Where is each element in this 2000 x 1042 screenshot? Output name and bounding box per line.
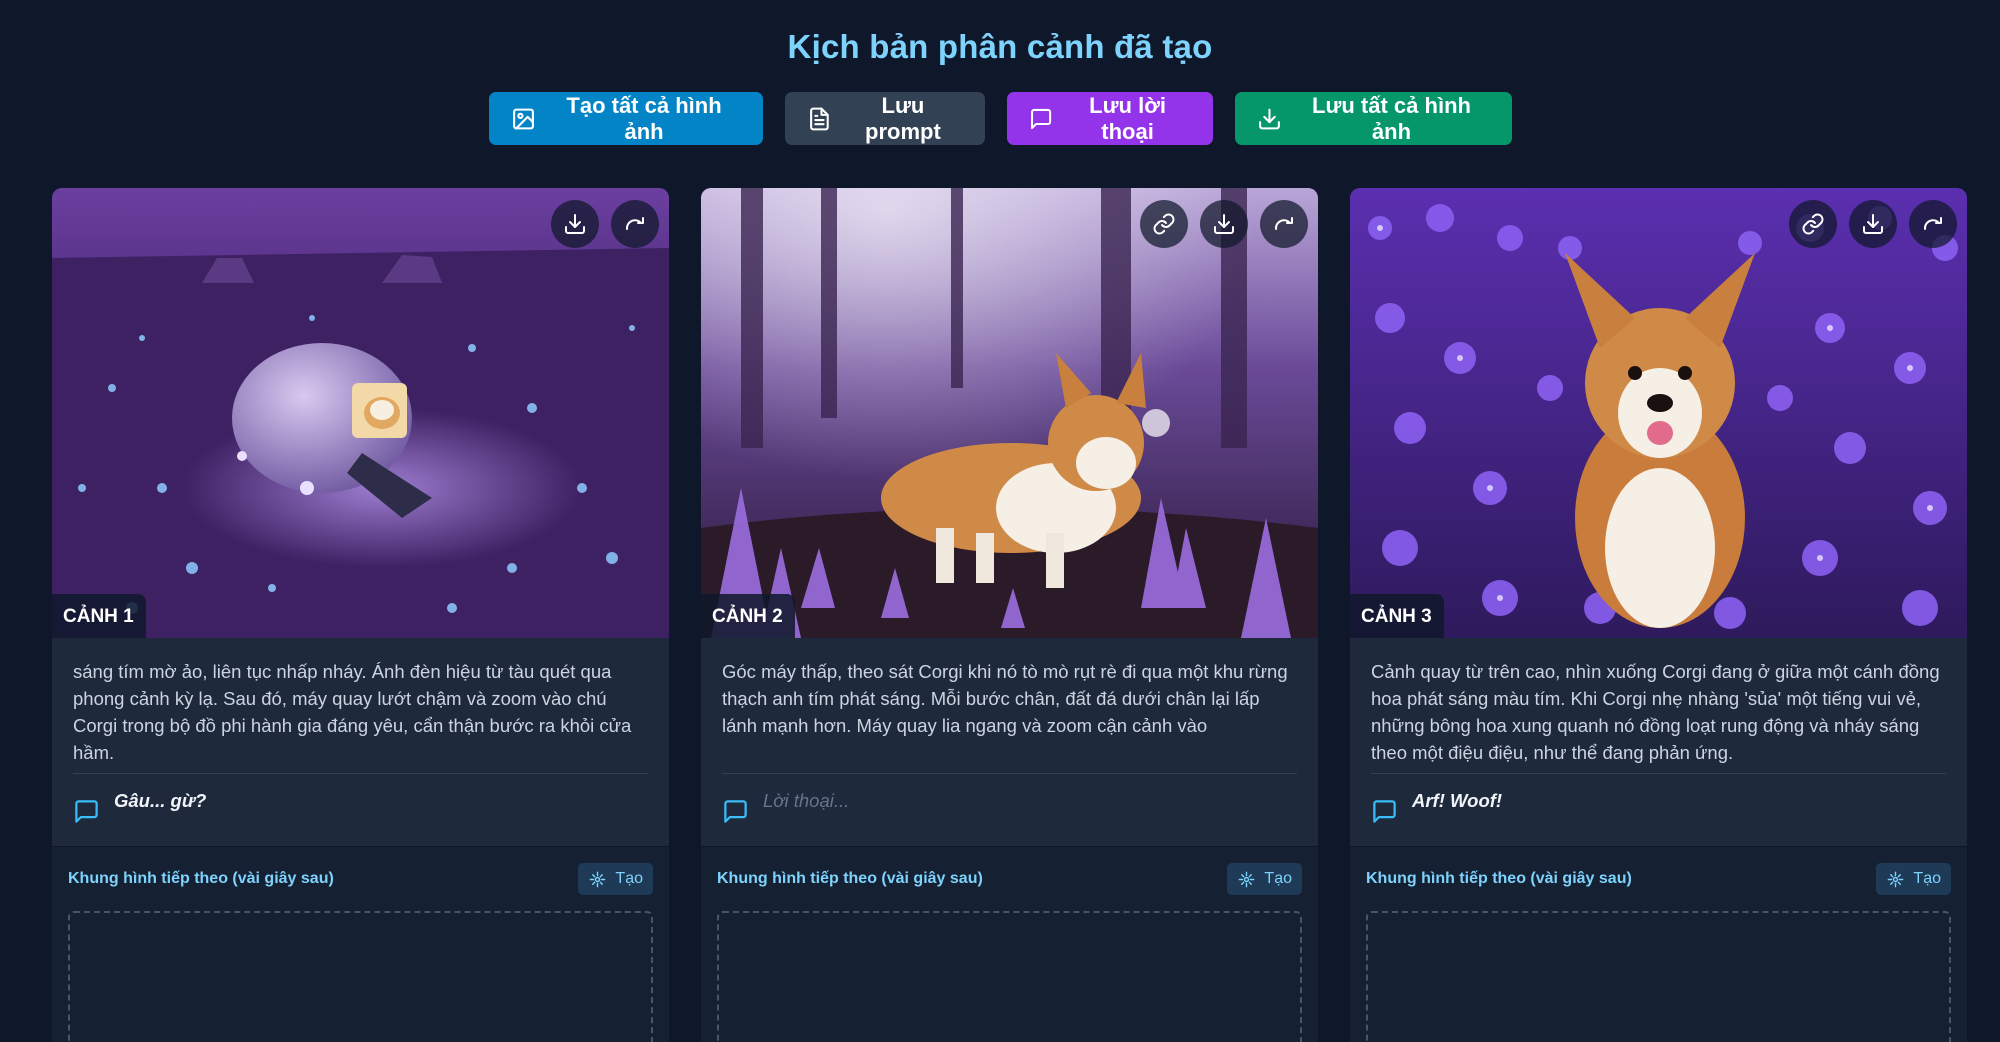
scene-3-illustration bbox=[1350, 188, 1967, 638]
scene-3-image-actions bbox=[1789, 200, 1957, 248]
download-icon bbox=[1214, 214, 1234, 234]
download-image-button[interactable] bbox=[551, 200, 599, 248]
download-icon bbox=[1258, 108, 1280, 129]
scene-1-illustration bbox=[52, 188, 669, 638]
redo-icon bbox=[1923, 217, 1942, 230]
save-all-images-label: Lưu tất cả hình ảnh bbox=[1312, 92, 1471, 144]
scene-dialogue[interactable]: Lời thoại... bbox=[701, 774, 1318, 846]
sparkle-icon bbox=[1888, 871, 1904, 887]
scene-card-3: CẢNH 3 Cảnh quay từ trên cao, nhìn xuống… bbox=[1350, 188, 1967, 1042]
save-prompt-label: Lưu prompt bbox=[865, 92, 941, 144]
scene-description: sáng tím mờ ảo, liên tục nhấp nháy. Ánh … bbox=[73, 661, 632, 763]
scene-description: Cảnh quay từ trên cao, nhìn xuống Corgi … bbox=[1371, 661, 1940, 763]
dialogue-placeholder: Lời thoại... bbox=[763, 790, 850, 811]
download-image-button[interactable] bbox=[1849, 200, 1897, 248]
scene-cards: CẢNH 1 sáng tím mờ ảo, liên tục nhấp nhá… bbox=[52, 188, 1967, 1042]
chat-icon bbox=[75, 800, 98, 823]
regenerate-image-button[interactable] bbox=[1260, 200, 1308, 248]
next-frame-placeholder[interactable] bbox=[68, 911, 653, 1042]
link-icon bbox=[1802, 213, 1824, 235]
chat-icon bbox=[1030, 108, 1051, 129]
chat-icon bbox=[1373, 800, 1396, 823]
create-all-images-label: Tạo tất cả hình ảnh bbox=[566, 92, 722, 144]
regenerate-image-button[interactable] bbox=[1909, 200, 1957, 248]
scene-dialogue[interactable]: Gâu... gừ? bbox=[52, 774, 669, 846]
scene-image-2[interactable]: CẢNH 2 bbox=[701, 188, 1318, 638]
generate-label: Tạo bbox=[1264, 870, 1292, 887]
generate-next-frame-button[interactable]: Tạo bbox=[578, 863, 653, 895]
chat-icon bbox=[724, 800, 747, 823]
sparkle-icon bbox=[1239, 871, 1255, 887]
page-title: Kịch bản phân cảnh đã tạo bbox=[787, 28, 1213, 65]
scene-card-2: CẢNH 2 Góc máy thấp, theo sát Corgi khi … bbox=[701, 188, 1318, 1042]
copy-link-button[interactable] bbox=[1140, 200, 1188, 248]
download-image-button[interactable] bbox=[1200, 200, 1248, 248]
scene-badge: CẢNH 2 bbox=[701, 594, 795, 638]
scene-2-illustration bbox=[701, 188, 1318, 638]
next-frame-label: Khung hình tiếp theo (vài giây sau) bbox=[1366, 870, 1632, 887]
scene-image-3[interactable]: CẢNH 3 bbox=[1350, 188, 1967, 638]
download-icon bbox=[565, 214, 585, 234]
scene-card-1: CẢNH 1 sáng tím mờ ảo, liên tục nhấp nhá… bbox=[52, 188, 669, 1042]
storyboard-page: Kịch bản phân cảnh đã tạo Tạo tất cả hìn… bbox=[0, 0, 2000, 1042]
dialogue-text: Arf! Woof! bbox=[1412, 790, 1503, 811]
sparkle-icon bbox=[590, 871, 606, 887]
save-dialogue-button[interactable]: Lưu lời thoại bbox=[1006, 92, 1213, 145]
link-icon bbox=[1153, 213, 1175, 235]
download-icon bbox=[1863, 214, 1883, 234]
create-all-images-button[interactable]: Tạo tất cả hình ảnh bbox=[488, 92, 763, 145]
redo-icon bbox=[625, 217, 644, 230]
document-icon bbox=[809, 107, 829, 130]
save-all-images-button[interactable]: Lưu tất cả hình ảnh bbox=[1234, 92, 1512, 145]
regenerate-image-button[interactable] bbox=[611, 200, 659, 248]
image-icon bbox=[512, 108, 534, 129]
generate-next-frame-button[interactable]: Tạo bbox=[1876, 863, 1951, 895]
save-prompt-button[interactable]: Lưu prompt bbox=[784, 92, 985, 145]
generate-next-frame-button[interactable]: Tạo bbox=[1227, 863, 1302, 895]
next-frame-section: Khung hình tiếp theo (vài giây sau) Tạo bbox=[1350, 846, 1967, 1042]
generate-label: Tạo bbox=[1913, 870, 1941, 887]
next-frame-section: Khung hình tiếp theo (vài giây sau) Tạo bbox=[52, 846, 669, 1042]
next-frame-label: Khung hình tiếp theo (vài giây sau) bbox=[717, 870, 983, 887]
scene-2-image-actions bbox=[1140, 200, 1308, 248]
scene-dialogue[interactable]: Arf! Woof! bbox=[1350, 774, 1967, 846]
generate-label: Tạo bbox=[615, 870, 643, 887]
save-dialogue-label: Lưu lời thoại bbox=[1089, 92, 1166, 144]
scene-badge: CẢNH 1 bbox=[52, 594, 146, 638]
next-frame-section: Khung hình tiếp theo (vài giây sau) Tạo bbox=[701, 846, 1318, 1042]
scene-description: Góc máy thấp, theo sát Corgi khi nó tò m… bbox=[722, 661, 1288, 736]
scene-1-image-actions bbox=[551, 200, 659, 248]
next-frame-label: Khung hình tiếp theo (vài giây sau) bbox=[68, 870, 334, 887]
scene-image-1[interactable]: CẢNH 1 bbox=[52, 188, 669, 638]
scene-badge: CẢNH 3 bbox=[1350, 594, 1444, 638]
redo-icon bbox=[1274, 217, 1293, 230]
copy-link-button[interactable] bbox=[1789, 200, 1837, 248]
next-frame-placeholder[interactable] bbox=[1366, 911, 1951, 1042]
action-bar: Tạo tất cả hình ảnh Lưu prompt Lưu lời t… bbox=[0, 92, 2000, 145]
dialogue-text: Gâu... gừ? bbox=[114, 790, 207, 811]
next-frame-placeholder[interactable] bbox=[717, 911, 1302, 1042]
